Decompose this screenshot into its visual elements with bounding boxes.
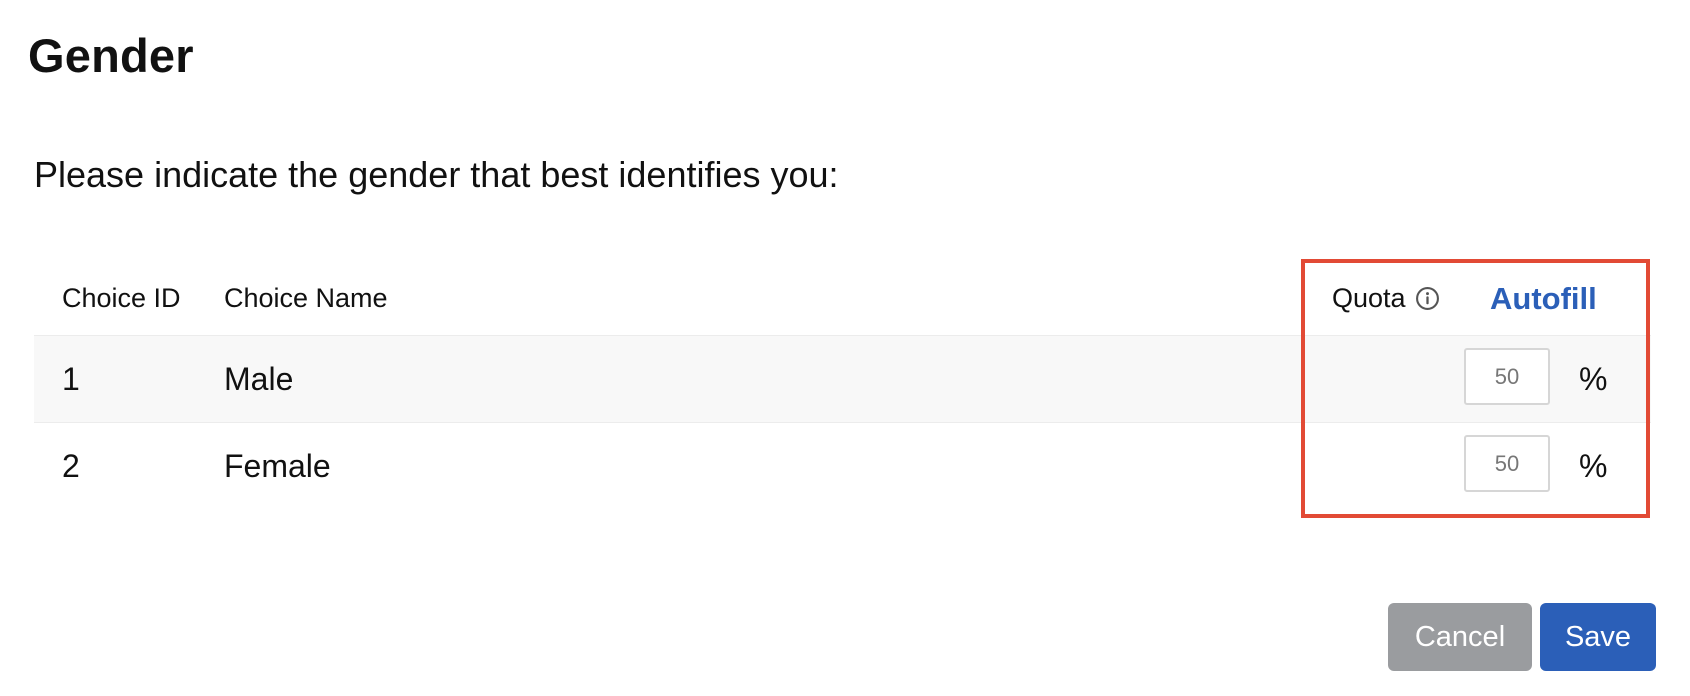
header-choice-id: Choice ID [62,283,181,313]
choice-name-cell: Male [224,360,294,397]
table-row: 2 Female % [34,422,1651,509]
choice-name-cell: Female [224,447,331,484]
header-choice-name: Choice Name [224,283,388,313]
page-title: Gender [28,29,194,82]
info-circle-icon[interactable] [1415,286,1440,311]
quota-editor-page: Gender Please indicate the gender that b… [0,0,1690,696]
header-quota: Quota [1332,262,1440,335]
choices-table: Choice ID Choice Name Quota Autofill 1 M… [34,262,1651,509]
table-row: 1 Male % [34,335,1651,422]
table-header: Choice ID Choice Name Quota Autofill [34,262,1651,335]
percent-unit: % [1579,447,1608,484]
choice-id-cell: 2 [62,447,80,484]
question-text: Please indicate the gender that best ide… [34,154,839,195]
header-quota-label: Quota [1332,283,1406,313]
percent-unit: % [1579,360,1608,397]
cancel-button[interactable]: Cancel [1388,603,1532,671]
quota-input-male[interactable] [1464,348,1550,405]
autofill-button[interactable]: Autofill [1490,262,1597,335]
quota-input-female[interactable] [1464,435,1550,492]
save-button[interactable]: Save [1540,603,1656,671]
choice-id-cell: 1 [62,360,80,397]
